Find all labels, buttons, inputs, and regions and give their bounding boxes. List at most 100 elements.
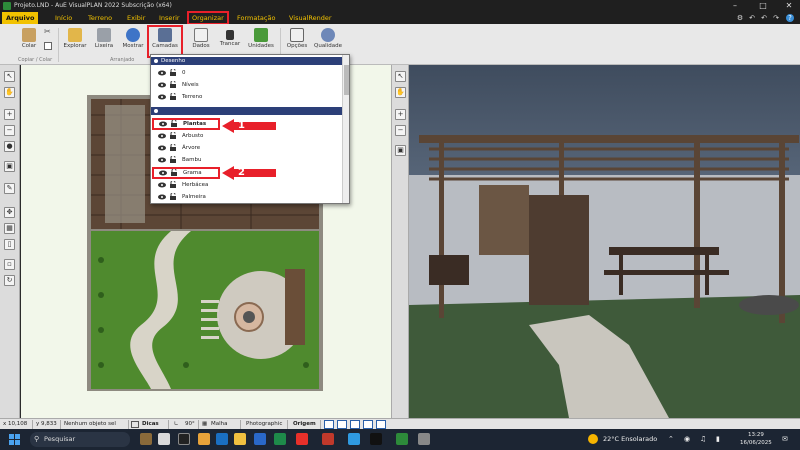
snap-grid-icon[interactable] (350, 420, 360, 429)
layers-button[interactable]: Camadas (147, 25, 183, 58)
eye-icon[interactable] (158, 133, 166, 139)
tab-formatacao[interactable]: Formatação (233, 12, 279, 24)
layer-row-terreno[interactable]: Terreno (151, 91, 343, 103)
edge-icon[interactable] (216, 433, 228, 445)
grid-label[interactable]: Malha (211, 420, 228, 429)
tab-inserir[interactable]: Inserir (155, 12, 184, 24)
task-view-icon[interactable] (158, 433, 170, 445)
taskbar-search[interactable]: ⚲ Pesquisar (30, 432, 130, 447)
render-zoom-in-icon[interactable]: + (395, 109, 406, 120)
eye-icon[interactable] (158, 145, 166, 151)
tab-arquivo[interactable]: Arquivo (2, 12, 39, 24)
eye-icon[interactable] (158, 157, 166, 163)
layer-group-header-plants[interactable] (151, 107, 343, 115)
align-icon[interactable]: ▯ (4, 239, 15, 250)
collapse-icon[interactable] (153, 58, 159, 64)
tips-icon[interactable] (131, 421, 139, 428)
eye-icon[interactable] (158, 94, 166, 100)
help-icon[interactable]: ? (786, 14, 794, 22)
cut-icon[interactable]: ✂ (44, 28, 53, 36)
layer-row-grama[interactable]: Grama (152, 167, 220, 179)
tab-exibir[interactable]: Exibir (123, 12, 149, 24)
minimize-icon[interactable]: – (722, 0, 748, 12)
capcut-icon[interactable] (370, 433, 382, 445)
layers-scrollbar[interactable] (342, 55, 349, 203)
lock-icon[interactable] (170, 132, 176, 139)
collapse-icon[interactable] (153, 108, 159, 114)
lock-icon[interactable] (170, 181, 176, 188)
snap-icon[interactable]: ✥ (4, 207, 15, 218)
eye-icon[interactable] (158, 194, 166, 200)
pan-hand-icon[interactable]: ✋ (4, 87, 15, 98)
grid-toggle-icon[interactable]: ▦ (4, 223, 15, 234)
layer-group-header[interactable]: Desenho (151, 57, 343, 65)
layer-row-arvore[interactable]: Árvore (151, 142, 343, 154)
paste-button[interactable]: Colar (16, 26, 42, 56)
notification-icon[interactable]: ✉ (782, 435, 788, 443)
render-view[interactable] (409, 65, 800, 418)
redo-icon[interactable]: ↷ (772, 14, 780, 22)
powerpoint-icon[interactable] (322, 433, 334, 445)
windows-start-icon[interactable] (9, 434, 20, 445)
clock-date[interactable]: 16/06/2025 (740, 440, 772, 446)
lock-icon[interactable] (170, 93, 176, 100)
visualplan-icon[interactable] (396, 433, 408, 445)
zoom-out-icon[interactable]: − (4, 125, 15, 136)
render-view-icon[interactable]: ▣ (395, 145, 406, 156)
show-button[interactable]: Mostrar (120, 26, 146, 56)
scrollbar-thumb[interactable] (344, 65, 349, 95)
telegram-icon[interactable] (348, 433, 360, 445)
lock-icon[interactable] (170, 156, 176, 163)
undo-alt-icon[interactable]: ↶ (760, 14, 768, 22)
snap-line-icon[interactable] (324, 420, 334, 429)
settings-icon[interactable]: ⚙ (736, 14, 744, 22)
maximize-icon[interactable]: □ (750, 0, 776, 12)
tray-chevron-icon[interactable]: ⌃ (668, 435, 674, 443)
wifi-icon[interactable]: ◉ (684, 435, 690, 443)
lock-icon[interactable] (170, 81, 176, 88)
lock-icon[interactable] (170, 69, 176, 76)
layer-row-herbacea[interactable]: Herbácea (151, 179, 343, 191)
weather-text[interactable]: 22°C Ensolarado (603, 435, 657, 443)
tab-inicio[interactable]: Início (51, 12, 76, 24)
volume-icon[interactable]: ♫ (700, 435, 706, 443)
lock-icon[interactable] (171, 120, 177, 127)
layer-row-plantas[interactable]: Plantas (152, 118, 220, 130)
tips-label[interactable]: Dicas (142, 420, 159, 429)
app-extra-icon[interactable] (418, 433, 430, 445)
explorer-icon[interactable] (234, 433, 246, 445)
snap-center-icon[interactable] (376, 420, 386, 429)
lock-icon[interactable] (170, 193, 176, 200)
data-button[interactable]: Dados (190, 26, 212, 56)
trash-button[interactable]: Lixeira (92, 26, 116, 56)
zoom-extents-icon[interactable]: ● (4, 141, 15, 152)
tab-organizar[interactable]: Organizar (187, 11, 229, 25)
render-select-icon[interactable]: ↖ (395, 71, 406, 82)
explore-button[interactable]: Explorar (62, 26, 88, 56)
layer-row-0[interactable]: 0 (151, 67, 343, 79)
eye-icon[interactable] (158, 82, 166, 88)
angle-value[interactable]: 90° (185, 420, 195, 429)
view-icon[interactable]: ▣ (4, 161, 15, 172)
eye-icon[interactable] (159, 170, 167, 176)
render-mode[interactable]: Photographic (246, 420, 282, 429)
options-button[interactable]: Opções (284, 26, 310, 56)
layer-row-palmeira[interactable]: Palmeira (151, 191, 343, 203)
angle-icon[interactable]: ∟ (174, 420, 179, 429)
lock-icon[interactable] (171, 169, 177, 176)
units-button[interactable]: Unidades (248, 26, 274, 56)
pencil-icon[interactable]: ✎ (4, 183, 15, 194)
widget-icon[interactable] (140, 433, 152, 445)
origin-label[interactable]: Origem (293, 420, 316, 429)
layer-row-niveis[interactable]: Níveis (151, 79, 343, 91)
battery-icon[interactable]: ▮ (716, 435, 720, 443)
tab-terreno[interactable]: Terreno (84, 12, 116, 24)
youtube-icon[interactable] (296, 433, 308, 445)
tab-visualrender[interactable]: VisualRender (285, 12, 336, 24)
snap-object-icon[interactable] (363, 420, 373, 429)
copy-icon[interactable] (44, 42, 52, 50)
terminal-icon[interactable] (178, 433, 190, 445)
lock-button[interactable]: Trancar (218, 26, 242, 56)
eye-icon[interactable] (158, 182, 166, 188)
measure-icon[interactable]: ▫ (4, 259, 15, 270)
